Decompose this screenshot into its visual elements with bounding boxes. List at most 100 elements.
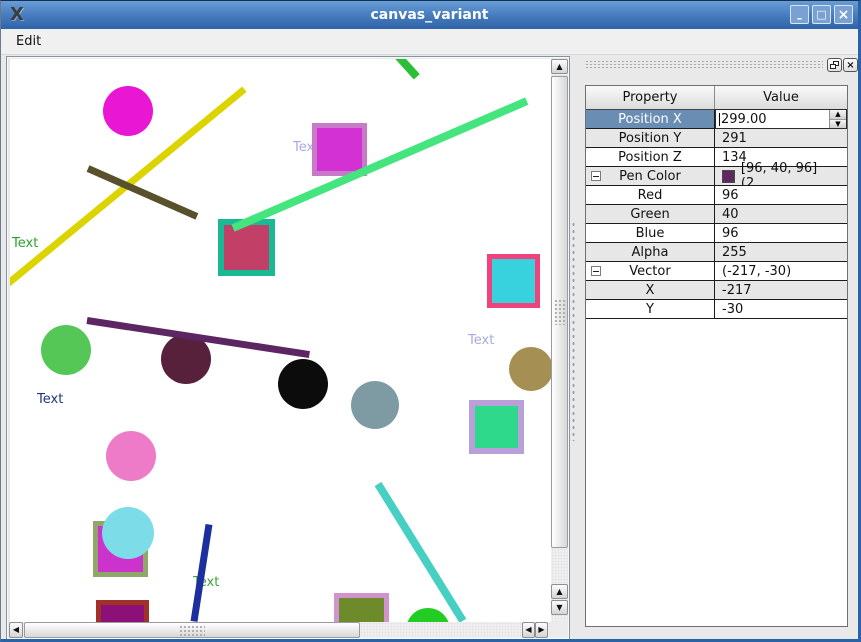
text-cursor [719,113,720,126]
property-value: 299.00▲▼ [715,110,847,128]
canvas-circle[interactable] [406,608,450,622]
property-label: Alpha [586,243,715,261]
property-table-header: Property Value [586,86,847,110]
vertical-scrollbar[interactable]: ▲ ▲ ▼ [551,59,568,621]
menu-item-edit[interactable]: Edit [10,32,47,51]
property-value: 96 [715,186,847,204]
property-row-vector[interactable]: Vector(-217, -30) [586,262,847,281]
property-label: Position X [586,110,715,128]
property-row-position-x[interactable]: Position X299.00▲▼ [586,110,847,129]
property-row-blue[interactable]: Blue96 [586,224,847,243]
column-header-value[interactable]: Value [715,86,847,109]
canvas-circle[interactable] [509,347,551,391]
maximize-button[interactable]: □ [812,5,831,24]
maximize-icon: □ [816,9,826,20]
canvas-rect[interactable] [469,400,524,454]
canvas-line[interactable] [191,523,213,621]
property-label: X [586,281,715,299]
close-icon: × [846,60,854,71]
collapse-expander[interactable] [591,266,601,276]
minimize-icon: – [797,13,803,24]
scroll-left-button[interactable]: ◀ [9,622,23,638]
property-label: Blue [586,224,715,242]
scrollbar-corner [551,622,568,638]
menubar: Edit [1,29,858,55]
dock-titlebar[interactable] [585,60,823,70]
spin-up-button[interactable]: ▲ [830,110,846,120]
canvas-rect[interactable] [334,593,389,622]
arrow-left-icon: ◀ [13,626,19,634]
property-row-green[interactable]: Green40 [586,205,847,224]
close-icon: × [838,8,850,22]
horizontal-scrollbar-thumb[interactable] [24,622,360,638]
close-button[interactable]: × [834,5,853,24]
scroll-right-button[interactable]: ▶ [535,622,548,638]
splitter-handle[interactable] [571,221,577,441]
scroll-up-button[interactable]: ▲ [551,59,568,74]
property-value: 40 [715,205,847,223]
minimize-button[interactable]: – [790,5,809,24]
property-label: Position Z [586,148,715,166]
canvas-circle[interactable] [41,325,91,375]
canvas-line[interactable] [395,59,420,80]
property-table: Property Value Position X299.00▲▼Positio… [585,85,848,627]
window-title: canvas_variant [1,7,858,23]
canvas-rect[interactable] [218,219,275,276]
property-value: 255 [715,243,847,261]
thumb-grip-icon [554,299,565,325]
canvas-circle[interactable] [278,359,328,409]
property-row-alpha[interactable]: Alpha255 [586,243,847,262]
property-label: Vector [586,262,715,280]
canvas-scroll-area: TextTextTextTextText ▲ ▲ ▼ ◀ ◀ ▶ [6,56,570,640]
pen-color-swatch [722,170,735,183]
canvas-circle[interactable] [106,431,156,481]
canvas-rect[interactable] [96,600,149,622]
column-header-property[interactable]: Property [586,86,715,109]
property-row-position-y[interactable]: Position Y291 [586,129,847,148]
arrow-right-icon: ▶ [538,626,544,634]
canvas-circle[interactable] [103,86,153,136]
property-value: -30 [715,300,847,318]
arrow-up-icon: ▲ [556,63,562,71]
canvas-label-text[interactable]: Text [37,393,63,406]
property-label: Green [586,205,715,223]
property-value: (-217, -30) [715,262,847,280]
property-label: Y [586,300,715,318]
canvas-rect[interactable] [487,254,540,308]
property-label: Red [586,186,715,204]
horizontal-scrollbar[interactable]: ◀ ◀ ▶ [9,622,550,638]
property-row-x[interactable]: X-217 [586,281,847,300]
thumb-grip-icon [179,625,205,636]
property-value: -217 [715,281,847,299]
scroll-up-button-bottom[interactable]: ▲ [551,584,568,599]
window-controls: – □ × [790,5,853,24]
spin-down-button[interactable]: ▼ [830,120,846,129]
float-icon [830,61,839,69]
canvas-line[interactable] [231,97,528,231]
canvas-circle[interactable] [102,507,154,559]
arrow-down-icon: ▼ [556,604,562,612]
vertical-scrollbar-thumb[interactable] [551,76,568,548]
collapse-expander[interactable] [591,171,601,181]
dock-close-button[interactable]: × [843,58,858,72]
arrow-up-icon: ▲ [556,588,562,596]
dock-float-button[interactable] [827,58,842,72]
property-value: 96 [715,224,847,242]
canvas-label-text[interactable]: Text [468,334,494,347]
property-row-red[interactable]: Red96 [586,186,847,205]
canvas-circle[interactable] [351,381,399,429]
scroll-down-button[interactable]: ▼ [551,600,568,615]
position-x-spinbox[interactable]: 299.00▲▼ [715,109,847,129]
property-row-pen-color[interactable]: Pen Color[96, 40, 96] (2… [586,167,847,186]
arrow-left-icon: ◀ [525,626,531,634]
titlebar: X canvas_variant – □ × [1,1,858,29]
app-window: X canvas_variant – □ × Edit Text Text Text… [0,0,861,642]
canvas-label-text[interactable]: Text [12,237,38,250]
canvas[interactable]: TextTextTextTextText [10,59,551,622]
property-value: [96, 40, 96] (2… [715,167,847,185]
property-label: Position Y [586,129,715,147]
property-table-body: Position X299.00▲▼Position Y291Position … [586,110,847,319]
property-value: 291 [715,129,847,147]
property-row-y[interactable]: Y-30 [586,300,847,319]
scroll-left-button-right[interactable]: ◀ [522,622,535,638]
